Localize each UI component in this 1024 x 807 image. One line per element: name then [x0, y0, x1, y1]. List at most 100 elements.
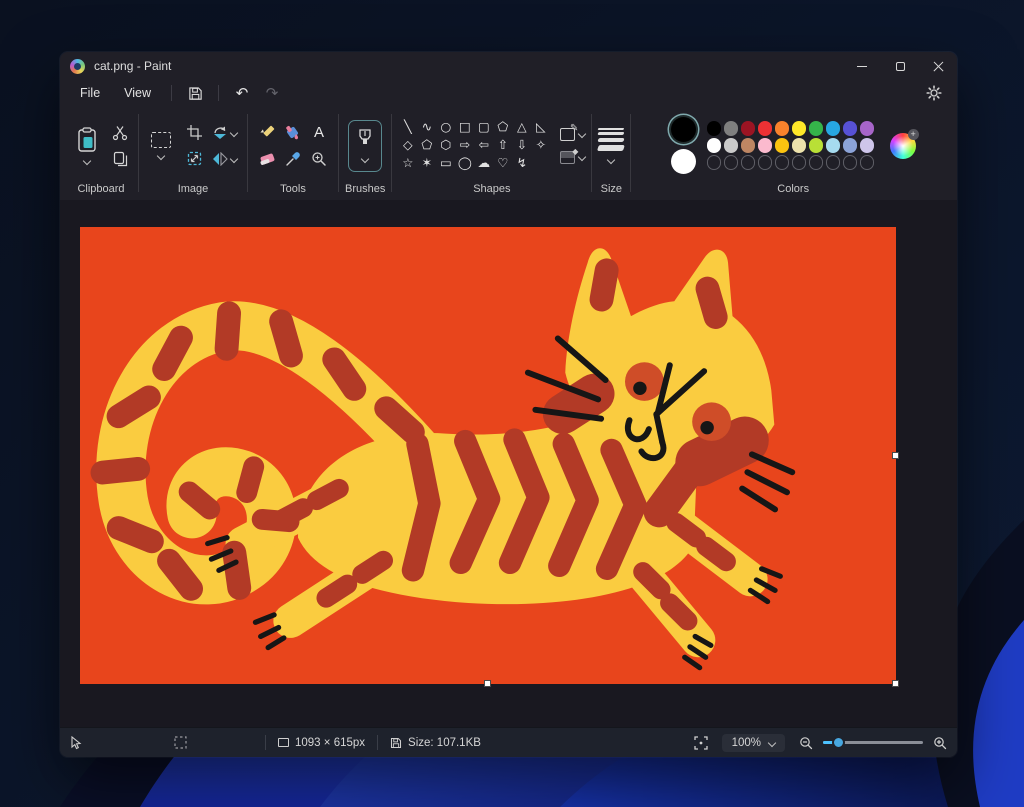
- zoom-dropdown[interactable]: 100%: [722, 734, 785, 752]
- palette-empty-slot[interactable]: [826, 155, 841, 170]
- zoom-in-button[interactable]: [933, 736, 947, 750]
- palette-color[interactable]: [724, 138, 739, 153]
- resize-handle-right[interactable]: [892, 452, 899, 459]
- shape-arrow-down[interactable]: ⇩: [517, 139, 527, 152]
- paste-button[interactable]: [70, 123, 104, 168]
- zoom-out-button[interactable]: [799, 736, 813, 750]
- color1-swatch[interactable]: [671, 117, 696, 142]
- magnifier-tool[interactable]: [307, 148, 331, 170]
- flip-button[interactable]: [207, 148, 241, 170]
- pencil-tool[interactable]: [255, 122, 279, 144]
- fill-tool[interactable]: [281, 122, 305, 144]
- eraser-tool[interactable]: [255, 148, 279, 170]
- palette-color[interactable]: [707, 121, 722, 136]
- color2-swatch[interactable]: [671, 149, 696, 174]
- palette-empty-slot[interactable]: [775, 155, 790, 170]
- shape-oval-callout[interactable]: ◯: [458, 157, 472, 170]
- palette-color[interactable]: [758, 121, 773, 136]
- shape-polygon[interactable]: ⬠: [497, 121, 508, 134]
- paint-app-icon: [70, 59, 85, 74]
- text-tool[interactable]: A: [307, 122, 331, 144]
- palette-color[interactable]: [860, 138, 875, 153]
- resize-button[interactable]: [182, 148, 206, 170]
- rotate-button[interactable]: [207, 122, 241, 144]
- palette-color[interactable]: [792, 121, 807, 136]
- palette-color[interactable]: [809, 138, 824, 153]
- save-button[interactable]: [182, 82, 208, 104]
- drawing-canvas[interactable]: [80, 227, 896, 684]
- palette-color[interactable]: [826, 138, 841, 153]
- shape-five-point-star[interactable]: ☆: [402, 157, 413, 170]
- palette-color[interactable]: [707, 138, 722, 153]
- shape-fill-button[interactable]: [560, 151, 585, 164]
- menubar-divider: [218, 85, 219, 101]
- section-size: Size: [594, 108, 628, 200]
- maximize-button[interactable]: [881, 52, 919, 80]
- size-icon[interactable]: [598, 128, 624, 151]
- undo-button[interactable]: ↶: [229, 82, 255, 104]
- zoom-slider[interactable]: [823, 741, 923, 744]
- shape-hexagon[interactable]: ⬡: [440, 139, 451, 152]
- palette-empty-slot[interactable]: [792, 155, 807, 170]
- color-picker-tool[interactable]: [281, 148, 305, 170]
- palette-empty-slot[interactable]: [809, 155, 824, 170]
- shape-outline-button[interactable]: [560, 128, 585, 141]
- resize-handle-corner[interactable]: [892, 680, 899, 687]
- palette-empty-slot[interactable]: [843, 155, 858, 170]
- menu-view[interactable]: View: [114, 83, 161, 103]
- palette-color[interactable]: [775, 121, 790, 136]
- palette-empty-slot[interactable]: [707, 155, 722, 170]
- color-palette: [706, 120, 876, 171]
- shape-line[interactable]: ╲: [404, 121, 412, 134]
- eyedropper-icon: [285, 151, 301, 167]
- shape-triangle[interactable]: △: [517, 121, 527, 134]
- palette-color[interactable]: [843, 138, 858, 153]
- edit-colors-button[interactable]: [890, 133, 916, 159]
- copy-button[interactable]: [108, 148, 132, 170]
- palette-color[interactable]: [741, 138, 756, 153]
- shape-diamond[interactable]: ◇: [403, 139, 413, 152]
- redo-button[interactable]: ↷: [259, 82, 285, 104]
- fit-to-window-button[interactable]: [694, 736, 708, 750]
- shape-four-point-star[interactable]: ✧: [536, 139, 546, 152]
- shape-pentagon[interactable]: ⬠: [421, 139, 432, 152]
- section-image: Image: [141, 108, 245, 200]
- palette-color[interactable]: [809, 121, 824, 136]
- select-button[interactable]: [145, 128, 177, 163]
- palette-color[interactable]: [775, 138, 790, 153]
- zoom-level: 100%: [732, 737, 761, 749]
- crop-button[interactable]: [182, 122, 206, 144]
- shape-six-point-star[interactable]: ✶: [422, 157, 432, 170]
- shape-lightning[interactable]: ↯: [517, 157, 527, 170]
- resize-handle-bottom[interactable]: [484, 680, 491, 687]
- brushes-button[interactable]: [348, 120, 382, 172]
- close-button[interactable]: [919, 52, 957, 80]
- cut-button[interactable]: [108, 122, 132, 144]
- shape-rounded-rectangle[interactable]: ▢: [478, 121, 490, 134]
- palette-color[interactable]: [843, 121, 858, 136]
- shape-arrow-left[interactable]: ⇦: [479, 139, 489, 152]
- shape-arrow-up[interactable]: ⇧: [498, 139, 508, 152]
- minimize-button[interactable]: [843, 52, 881, 80]
- shape-cloud-callout[interactable]: ☁: [478, 157, 491, 170]
- palette-empty-slot[interactable]: [860, 155, 875, 170]
- palette-color[interactable]: [860, 121, 875, 136]
- zoom-slider-thumb[interactable]: [832, 736, 845, 749]
- palette-color[interactable]: [826, 121, 841, 136]
- shape-curve[interactable]: ∿: [422, 121, 432, 134]
- palette-color[interactable]: [758, 138, 773, 153]
- shape-oval[interactable]: ○: [440, 121, 451, 134]
- shape-heart[interactable]: ♡: [497, 157, 508, 170]
- palette-empty-slot[interactable]: [741, 155, 756, 170]
- palette-color[interactable]: [741, 121, 756, 136]
- palette-empty-slot[interactable]: [758, 155, 773, 170]
- shape-rounded-callout[interactable]: ▭: [440, 157, 452, 170]
- settings-button[interactable]: [921, 82, 947, 104]
- menu-file[interactable]: File: [70, 83, 110, 103]
- palette-color[interactable]: [792, 138, 807, 153]
- palette-empty-slot[interactable]: [724, 155, 739, 170]
- shape-right-triangle[interactable]: ◺: [536, 121, 546, 134]
- palette-color[interactable]: [724, 121, 739, 136]
- shape-arrow-right[interactable]: ⇨: [460, 139, 470, 152]
- shape-rectangle[interactable]: □: [459, 121, 471, 134]
